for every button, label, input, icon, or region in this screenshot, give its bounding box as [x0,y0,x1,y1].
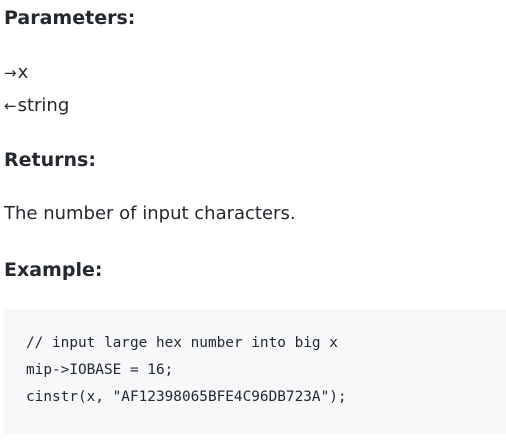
documentation-section: Parameters: →x ←string Returns: The numb… [0,0,506,442]
parameter-output-line: ←string [4,94,69,118]
code-line: // input large hex number into big x [26,335,338,351]
code-line: mip->IOBASE = 16; [26,362,174,378]
returns-description: The number of input characters. [4,203,296,224]
example-heading: Example: [4,259,103,281]
parameter-output-name: string [17,95,70,116]
arrow-right-icon: → [4,64,17,82]
code-line: cinstr(x, "AF12398065BFE4C96DB723A"); [26,389,347,405]
arrow-left-icon: ← [4,97,17,115]
example-code-block: // input large hex number into big x mip… [4,309,506,434]
returns-heading: Returns: [4,149,96,171]
parameter-input-name: x [17,62,29,83]
parameters-heading: Parameters: [4,7,136,29]
parameter-input-line: →x [4,61,28,85]
